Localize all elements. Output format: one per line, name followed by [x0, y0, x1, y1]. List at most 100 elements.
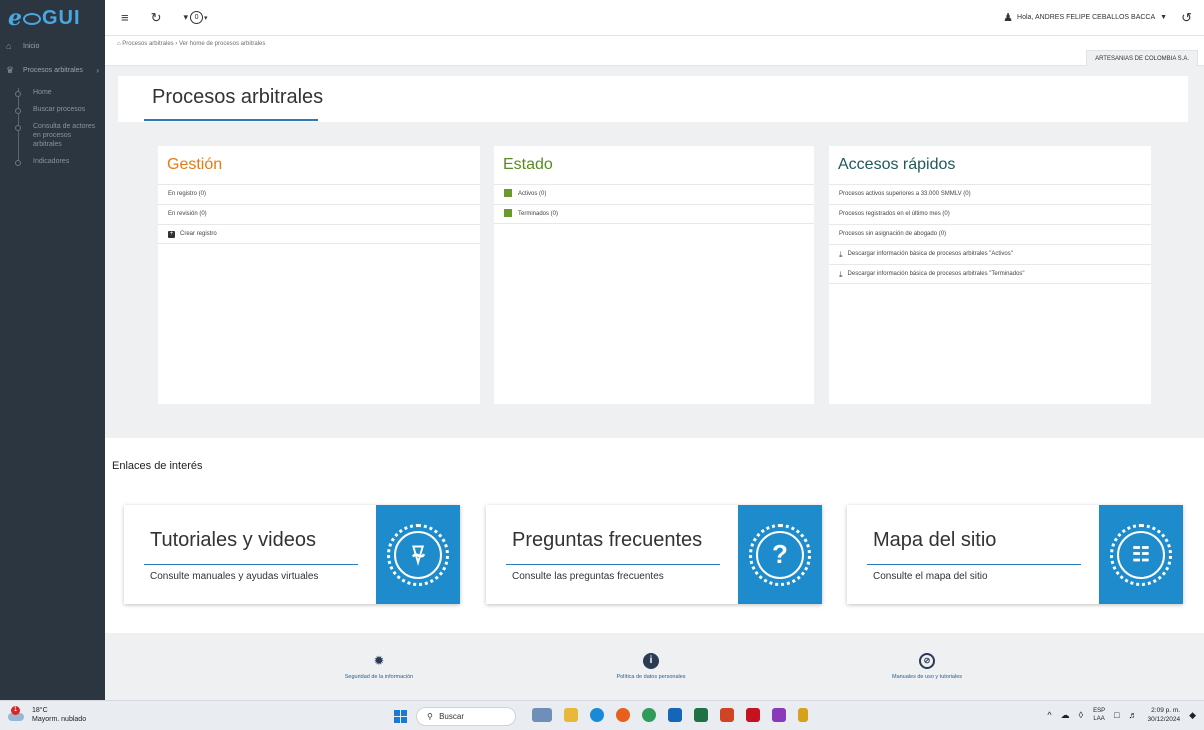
- download-terminados-link[interactable]: ⤓ Descargar información básica de proceso…: [829, 264, 1151, 284]
- green-square-icon: [504, 209, 512, 217]
- chevron-up-icon[interactable]: ^: [1047, 710, 1051, 720]
- row-label: Procesos registrados en el último mes (0…: [839, 211, 950, 217]
- card-underline: [506, 564, 720, 565]
- card-icon-box: ☷: [1099, 505, 1183, 604]
- sidebar-item-inicio[interactable]: ⌂ Inicio: [0, 36, 105, 56]
- links-section: Enlaces de interés Tutoriales y videos C…: [105, 438, 1204, 633]
- download-icon: ⤓: [839, 269, 843, 279]
- refresh-icon[interactable]: ↻: [151, 10, 162, 26]
- network-app-icon[interactable]: [798, 708, 808, 722]
- chrome-icon[interactable]: [642, 708, 656, 722]
- user-menu[interactable]: ♟ Hola, ANDRES FELIPE CEBALLOS BACCA ▼: [1003, 11, 1167, 24]
- app-icon[interactable]: [772, 708, 786, 722]
- notifications-button[interactable]: ▾ 0 ▾: [184, 11, 208, 24]
- row-label: Procesos activos superiores a 33.000 SMM…: [839, 191, 971, 197]
- clock-date: 30/12/2024: [1147, 716, 1181, 723]
- download-activos-link[interactable]: ⤓ Descargar información básica de proceso…: [829, 244, 1151, 264]
- list-item[interactable]: Procesos sin asignación de abogado (0): [829, 224, 1151, 244]
- bell-icon: ⍫: [394, 530, 442, 579]
- footer: ✹ Seguridad de la información i Política…: [105, 633, 1204, 700]
- clock[interactable]: 2:09 p. m. 30/12/2024: [1148, 706, 1181, 724]
- language-indicator[interactable]: ESP LAA: [1093, 707, 1105, 723]
- list-item[interactable]: Terminados (0): [494, 204, 814, 224]
- firefox-icon[interactable]: [616, 708, 630, 722]
- taskbar-search[interactable]: ⚲ Buscar: [416, 707, 516, 726]
- search-icon: ⚲: [427, 712, 433, 721]
- footer-manuales-link[interactable]: ⊘ Manuales de uso y tutoriales: [857, 653, 997, 680]
- notification-bell-icon[interactable]: ◆: [1189, 710, 1196, 721]
- list-item[interactable]: Activos (0): [494, 184, 814, 204]
- gear-badge-icon: ✹: [373, 653, 385, 668]
- list-item[interactable]: En revisión (0): [158, 204, 480, 224]
- info-icon: i: [643, 653, 659, 669]
- windows-taskbar: 1 18°C Mayorm. nublado ⚲ Buscar ^ ☁ ◊ ES…: [0, 700, 1204, 730]
- weather-temp: 18°C: [32, 707, 48, 714]
- menu-icon[interactable]: ≡: [121, 10, 129, 25]
- card-tutoriales[interactable]: Tutoriales y videos Consulte manuales y …: [124, 505, 460, 604]
- windows-start-icon[interactable]: [394, 710, 407, 723]
- users-icon: ♛: [6, 64, 15, 75]
- edge-browser-icon[interactable]: [590, 708, 604, 722]
- acrobat-icon[interactable]: [746, 708, 760, 722]
- card-underline: [867, 564, 1081, 565]
- sidebar-subitem-buscar[interactable]: Buscar procesos: [15, 101, 105, 118]
- powerpoint-icon[interactable]: [720, 708, 734, 722]
- breadcrumb: ⌂ Procesos arbitrales › Ver home de proc…: [117, 41, 265, 47]
- volume-icon[interactable]: ♬: [1129, 710, 1138, 720]
- row-label: En revisión (0): [168, 211, 207, 217]
- weather-widget[interactable]: 1 18°C Mayorm. nublado: [6, 706, 86, 724]
- widgets-app-icon[interactable]: [532, 708, 552, 722]
- download-icon: ⤓: [839, 250, 843, 259]
- sidebar-subitem-consulta[interactable]: Consulta de actores en procesos arbitral…: [15, 118, 97, 153]
- title-underline: [144, 119, 318, 121]
- card-subtitle: Consulte el mapa del sitio: [873, 571, 988, 582]
- card-preguntas[interactable]: Preguntas frecuentes Consulte las pregun…: [486, 505, 822, 604]
- footer-label: Manuales de uso y tutoriales: [891, 674, 962, 680]
- breadcrumb-text[interactable]: Procesos arbitrales › Ver home de proces…: [122, 41, 265, 47]
- card-icon-box: ?: [738, 505, 822, 604]
- compass-icon: ⊘: [919, 653, 935, 669]
- gestion-panel: Gestión En registro (0) En revisión (0) …: [158, 146, 480, 404]
- row-label: Descargar información básica de procesos…: [847, 270, 1025, 277]
- estado-panel: Estado Activos (0) Terminados (0): [494, 146, 814, 404]
- row-label: Activos (0): [518, 191, 547, 197]
- footer-seguridad-link[interactable]: ✹ Seguridad de la información: [309, 653, 449, 680]
- home-icon[interactable]: ⌂: [117, 41, 121, 47]
- card-title: Preguntas frecuentes: [512, 529, 703, 551]
- accesos-panel: Accesos rápidos Procesos activos superio…: [829, 146, 1151, 404]
- card-mapa[interactable]: Mapa del sitio Consulte el mapa del siti…: [847, 505, 1183, 604]
- ring-decoration: ?: [749, 523, 811, 586]
- gestion-title: Gestión: [158, 146, 400, 184]
- cloud-sync-icon[interactable]: ☁: [1061, 710, 1070, 721]
- excel-icon[interactable]: [694, 708, 708, 722]
- sidebar-subitem-indicadores[interactable]: Indicadores: [15, 153, 105, 170]
- accesos-list: Procesos activos superiores a 33.000 SMM…: [829, 184, 1151, 284]
- lang-code: ESP: [1093, 708, 1106, 714]
- list-item[interactable]: En registro (0): [158, 184, 480, 204]
- list-item[interactable]: Procesos registrados en el último mes (0…: [829, 204, 1151, 224]
- eye-icon: [23, 13, 41, 25]
- monitor-icon[interactable]: □: [1114, 710, 1119, 720]
- top-bar: ≡ ↻ ▾ 0 ▾ ♟ Hola, ANDRES FELIPE CEBALLOS…: [105, 0, 1204, 36]
- ring-decoration: ☷: [1110, 523, 1172, 586]
- shield-icon[interactable]: ◊: [1079, 710, 1083, 720]
- taskbar-apps: [532, 708, 820, 722]
- search-label: Buscar: [439, 712, 464, 721]
- accesos-title: Accesos rápidos: [829, 146, 1071, 184]
- egui-logo[interactable]: e GUI: [0, 0, 105, 36]
- crear-registro-button[interactable]: + Crear registro: [158, 224, 480, 244]
- sitemap-icon: ☷: [1117, 530, 1165, 579]
- sidebar-subitem-home[interactable]: Home: [15, 84, 105, 101]
- sidebar-item-procesos-arbitrales[interactable]: ♛ Procesos arbitrales ›: [0, 60, 105, 80]
- row-label: Descargar información básica de procesos…: [847, 251, 1013, 257]
- links-title: Enlaces de interés: [112, 460, 203, 472]
- estado-title: Estado: [494, 146, 736, 184]
- outlook-icon[interactable]: [668, 708, 682, 722]
- footer-label: Política de datos personales: [616, 674, 686, 680]
- list-item[interactable]: Procesos activos superiores a 33.000 SMM…: [829, 184, 1151, 204]
- title-box: Procesos arbitrales: [118, 76, 1188, 122]
- footer-politica-link[interactable]: i Política de datos personales: [581, 653, 721, 680]
- file-explorer-icon[interactable]: [564, 708, 578, 722]
- plus-icon: +: [168, 230, 175, 238]
- logout-icon[interactable]: ↺: [1181, 10, 1192, 26]
